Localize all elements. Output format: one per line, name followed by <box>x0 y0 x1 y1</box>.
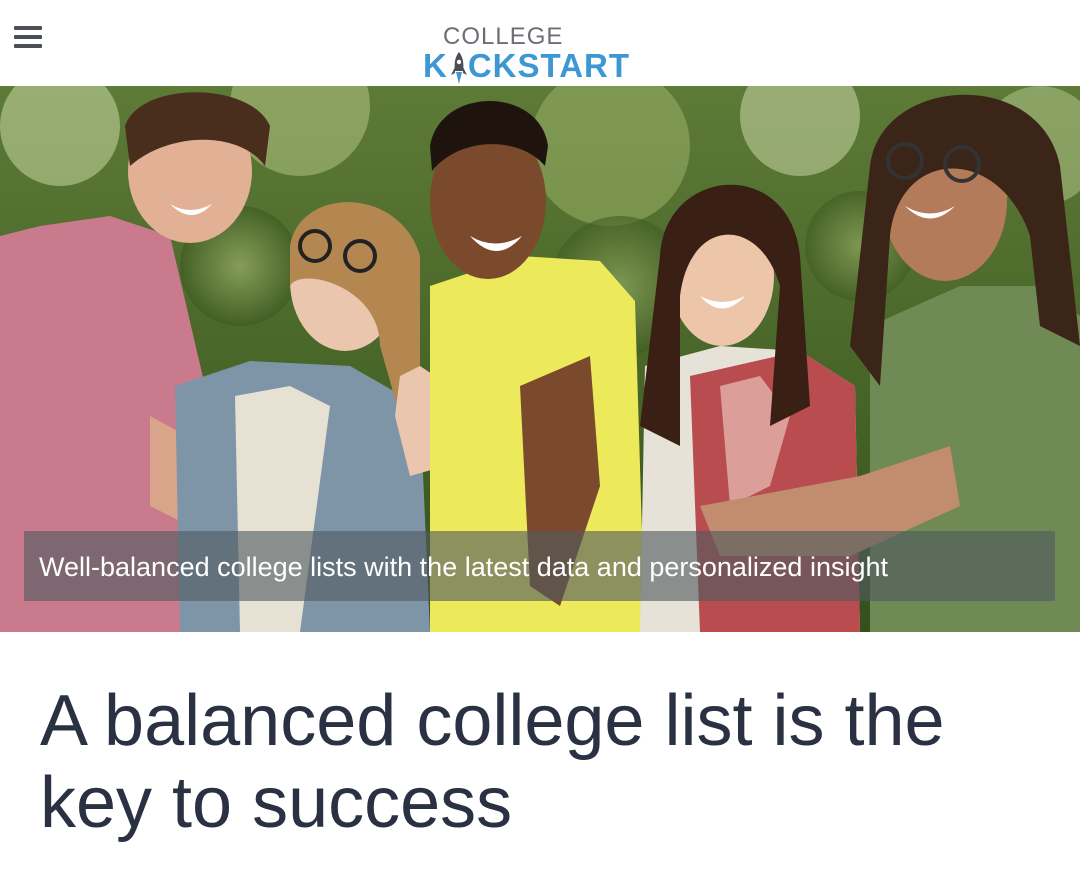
hamburger-menu-button[interactable] <box>14 26 44 52</box>
hero-image: Well-balanced college lists with the lat… <box>0 86 1080 632</box>
page: COLLEGE K CKSTART Well-balanced college … <box>0 0 1080 872</box>
site-logo[interactable]: COLLEGE K CKSTART <box>423 24 649 84</box>
site-header: COLLEGE K CKSTART <box>0 0 1080 86</box>
page-headline: A balanced college list is the key to su… <box>40 681 945 843</box>
rocket-icon <box>451 52 467 84</box>
hero-caption: Well-balanced college lists with the lat… <box>39 552 888 582</box>
hamburger-menu-icon <box>14 26 42 30</box>
hero-caption-bar: Well-balanced college lists with the lat… <box>24 531 1055 601</box>
